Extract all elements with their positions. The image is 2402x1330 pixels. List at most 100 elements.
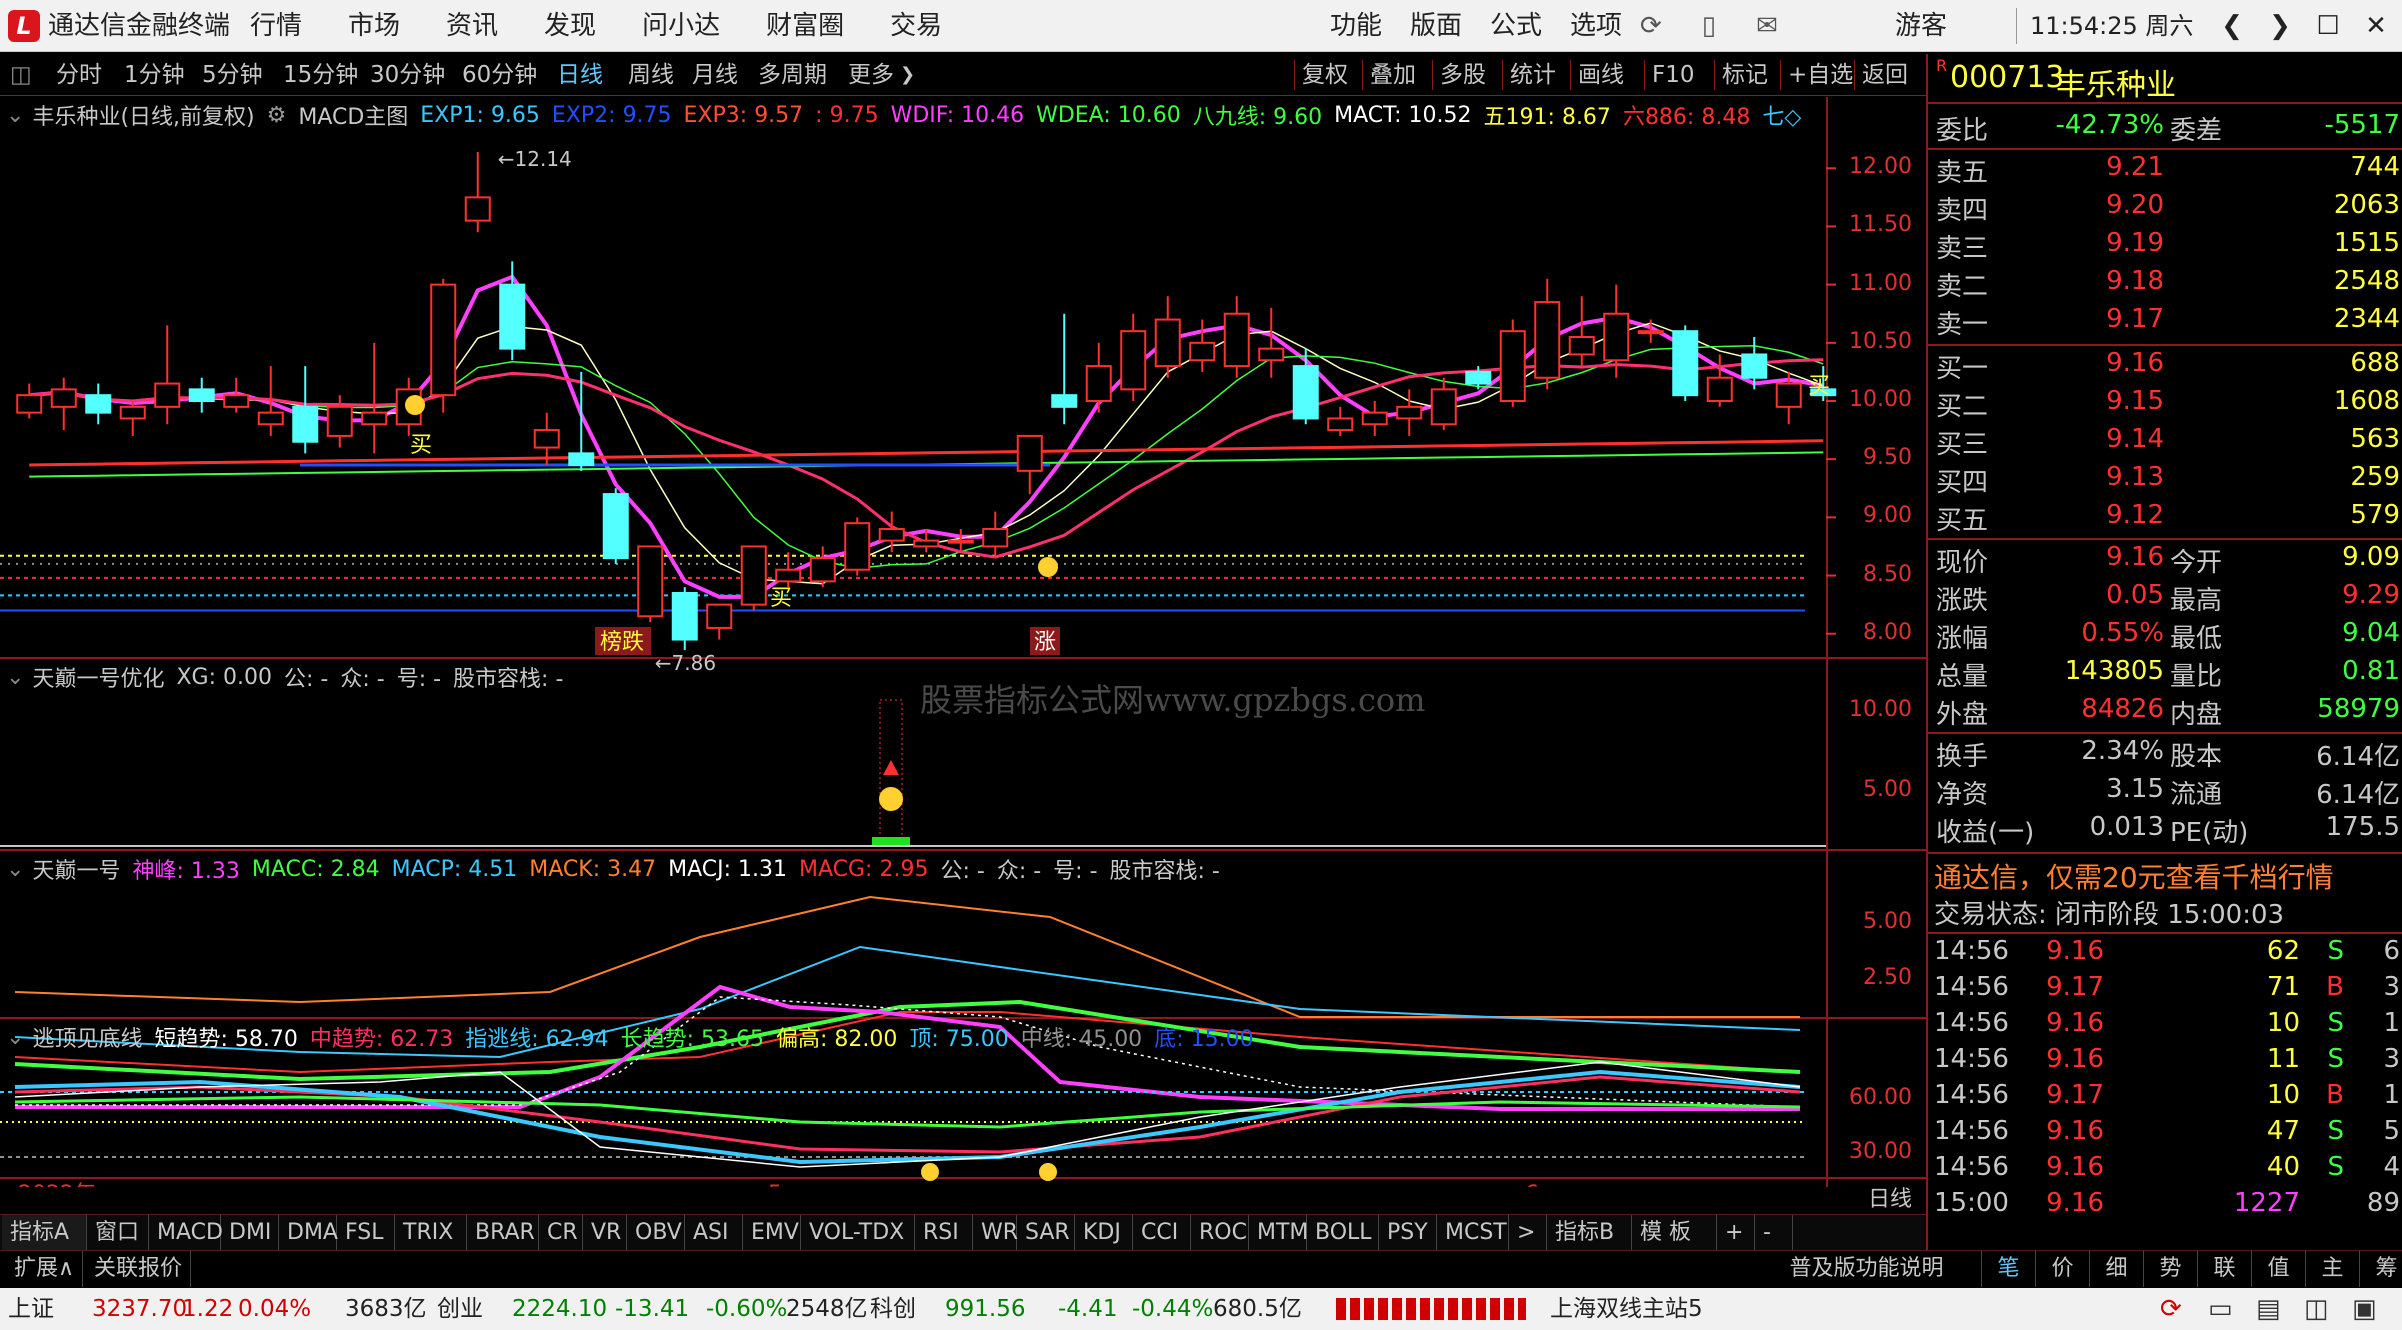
period-tab[interactable]: 30分钟 (370, 54, 445, 96)
indicator-tab[interactable]: EMV (743, 1215, 801, 1251)
candle[interactable] (154, 382, 181, 408)
candle[interactable] (671, 592, 698, 641)
indicator-tab[interactable]: DMA (279, 1215, 338, 1251)
candle[interactable] (637, 545, 664, 618)
indicator-tab[interactable]: MTM (1249, 1215, 1308, 1251)
candle[interactable] (1603, 312, 1630, 362)
candle[interactable] (1361, 411, 1388, 426)
server-label[interactable]: 上海双线主站5 (1550, 1288, 1703, 1330)
candle[interactable] (947, 539, 974, 544)
candle[interactable] (1465, 370, 1492, 385)
window-icon[interactable]: ▭ (2208, 1288, 2233, 1330)
panel-toggle-icon[interactable]: ◫ (10, 54, 32, 96)
layout-icon[interactable]: ◫ (2304, 1288, 2329, 1330)
candle[interactable] (1292, 365, 1319, 420)
candle[interactable] (1396, 405, 1423, 420)
ext-right-item[interactable]: 势 (2144, 1251, 2198, 1287)
indicator-tab[interactable]: 指标A (2, 1215, 87, 1251)
candle[interactable] (85, 394, 112, 414)
candle[interactable] (119, 405, 146, 420)
refresh-icon[interactable]: ⟳ (1640, 0, 1662, 52)
candle[interactable] (533, 429, 560, 449)
ad-banner[interactable]: 通达信，仅需20元查看千档行情 (1934, 856, 2334, 896)
menu-item[interactable]: 市场 (348, 0, 400, 52)
phone-icon[interactable]: ▯ (1702, 0, 1716, 52)
ext-right-item[interactable]: 筹 (2360, 1251, 2402, 1287)
collapse-icon[interactable]: ⌄ (6, 103, 24, 128)
candle[interactable] (809, 557, 836, 583)
indicator-tab[interactable]: > (1509, 1215, 1547, 1251)
indicator-tab[interactable]: TRIX (395, 1215, 467, 1251)
candle[interactable] (1430, 388, 1457, 426)
indicator-tab[interactable]: ROC (1191, 1215, 1249, 1251)
menu-item[interactable]: 财富圈 (766, 0, 844, 52)
indicator-tab[interactable]: MACD (149, 1215, 223, 1251)
candle[interactable] (16, 394, 43, 414)
toolbar-right-item[interactable]: F10 (1652, 54, 1695, 96)
toolbar-right-item[interactable]: 复权 (1302, 54, 1348, 96)
candle[interactable] (1499, 330, 1526, 403)
period-tab[interactable]: 多周期 (758, 54, 827, 96)
candle[interactable] (1085, 365, 1112, 403)
right-menu-item[interactable]: 选项 (1570, 0, 1622, 52)
back-icon[interactable]: ❮ (2208, 0, 2256, 52)
indicator-tab[interactable]: BRAR (467, 1215, 539, 1251)
maximize-icon[interactable]: ☐ (2304, 0, 2352, 52)
panel-icon[interactable]: ▣ (2352, 1288, 2377, 1330)
collapse-icon[interactable]: ⌄ (6, 857, 24, 882)
candle[interactable] (740, 545, 767, 606)
candle[interactable] (775, 568, 802, 583)
indicator-tab[interactable]: - (1755, 1215, 1793, 1251)
candle[interactable] (1568, 336, 1595, 356)
candle[interactable] (464, 196, 491, 222)
candle[interactable] (361, 411, 388, 426)
candle[interactable] (602, 493, 629, 560)
candle[interactable] (1327, 417, 1354, 432)
candle[interactable] (257, 411, 284, 426)
indicator-tab[interactable]: CR (539, 1215, 583, 1251)
period-tab[interactable]: 15分钟 (283, 54, 358, 96)
indicator-tab[interactable]: RSI (915, 1215, 973, 1251)
candle[interactable] (1534, 301, 1561, 379)
indicator-tab[interactable]: 窗口 (87, 1215, 149, 1251)
candle[interactable] (1051, 394, 1078, 408)
forward-icon[interactable]: ❯ (2256, 0, 2304, 52)
candle[interactable] (188, 388, 215, 403)
ext-right-item[interactable]: 价 (2036, 1251, 2090, 1287)
sync-icon[interactable]: ⟳ (2160, 1288, 2182, 1330)
candle[interactable] (844, 522, 871, 571)
right-menu-item[interactable]: 版面 (1410, 0, 1462, 52)
mail-icon[interactable]: ✉ (1756, 0, 1778, 52)
candle[interactable] (913, 539, 940, 548)
candle[interactable] (1154, 318, 1181, 368)
candle[interactable] (1637, 330, 1664, 335)
menu-item[interactable]: 资讯 (446, 0, 498, 52)
candle[interactable] (982, 528, 1009, 548)
candle[interactable] (1120, 330, 1147, 391)
right-menu-item[interactable]: 功能 (1330, 0, 1382, 52)
candle[interactable] (1223, 312, 1250, 368)
stock-code[interactable]: 000713 (1950, 60, 2065, 95)
candle[interactable] (499, 283, 526, 350)
candle[interactable] (1706, 376, 1733, 402)
candle[interactable] (568, 452, 595, 467)
period-tab[interactable]: 月线 (692, 54, 738, 96)
ext-right-item[interactable]: 普及版功能说明 (1752, 1251, 1982, 1287)
candle[interactable] (430, 283, 457, 397)
menu-item[interactable]: 交易 (890, 0, 942, 52)
candle[interactable] (1741, 353, 1768, 379)
menu-item[interactable]: 行情 (250, 0, 302, 52)
toolbar-right-item[interactable]: 画线 (1578, 54, 1624, 96)
toolbar-right-item[interactable]: 叠加 (1370, 54, 1416, 96)
menu-item[interactable]: 问小达 (642, 0, 720, 52)
indicator-tab[interactable]: MCST (1437, 1215, 1509, 1251)
candle[interactable] (1016, 434, 1043, 472)
period-tab[interactable]: 周线 (628, 54, 674, 96)
period-tab[interactable]: 日线 (557, 54, 603, 96)
settings-icon[interactable]: ⚙ (267, 103, 287, 128)
indicator-tab[interactable]: PSY (1379, 1215, 1437, 1251)
toolbar-right-item[interactable]: 返回 (1862, 54, 1908, 96)
ext-left-item[interactable]: 关联报价 (86, 1251, 192, 1287)
toolbar-right-item[interactable]: 统计 (1510, 54, 1556, 96)
toolbar-right-item[interactable]: 多股 (1440, 54, 1486, 96)
